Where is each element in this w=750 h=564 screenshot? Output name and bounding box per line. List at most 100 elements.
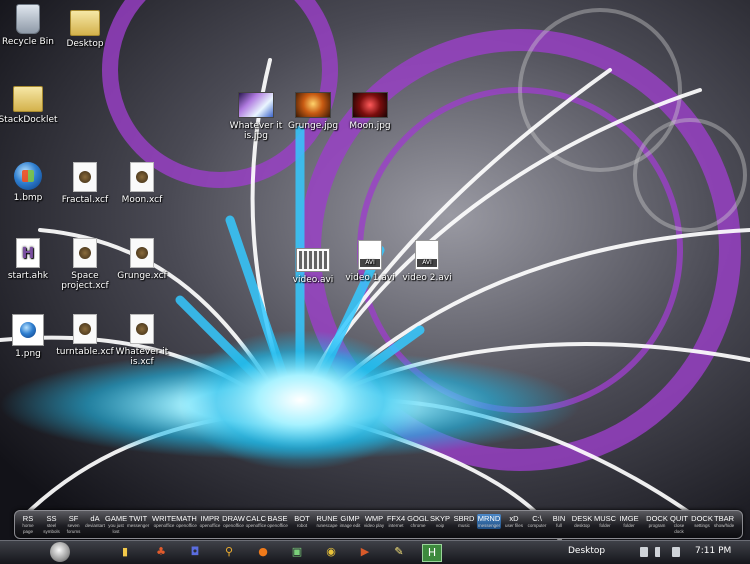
dock-item-rs-0[interactable]: RS home page bbox=[17, 514, 39, 535]
desktop-icon-whatever-it-is-jpg[interactable]: Whatever it is.jpg bbox=[224, 84, 288, 141]
dock-item-bin-23[interactable]: BIN full bbox=[549, 514, 569, 529]
dock-item-gimp-14[interactable]: GIMP image edit bbox=[339, 514, 361, 529]
dock-item-musc-25[interactable]: MUSC folder bbox=[594, 514, 616, 529]
taskbar: ▮ ♣ ◘ ⚲ ● ▣ ◉ ▶ ✎ H Desktop 7:11 PM bbox=[0, 540, 750, 564]
desktop-icon-label: 1.png bbox=[15, 349, 41, 359]
desktop-icon-video-avi[interactable]: video.avi bbox=[281, 240, 345, 285]
notes-icon[interactable]: ✎ bbox=[390, 544, 408, 560]
desktop-icon-video-2-avi[interactable]: video 2.avi bbox=[395, 240, 459, 283]
dock-item-ffx4-16[interactable]: FFX4 internet bbox=[385, 514, 407, 529]
dock-item-label: DOCK bbox=[646, 514, 668, 523]
dock-item-calc-10[interactable]: CALC openoffice bbox=[245, 514, 267, 529]
desktop-toolbar-label[interactable]: Desktop bbox=[568, 546, 605, 556]
dock-item-sublabel: image edit bbox=[339, 523, 361, 528]
desktop-icon-fractal-xcf[interactable]: Fractal.xcf bbox=[53, 162, 117, 205]
dock-item-sbrd-19[interactable]: SBRD music bbox=[453, 514, 475, 529]
autohotkey-file-icon: H bbox=[16, 238, 40, 268]
dock-item-rune-13[interactable]: RUNE runescape bbox=[315, 514, 339, 529]
dock-item-game-4[interactable]: GAME you just lost bbox=[105, 514, 127, 535]
desktop-icon-turntable-xcf[interactable]: turntable.xcf bbox=[53, 314, 117, 357]
dock-item-skyp-18[interactable]: SKYP voip bbox=[429, 514, 451, 529]
search-icon[interactable]: ⚲ bbox=[220, 544, 238, 560]
desktop-icon-1-png[interactable]: 1.png bbox=[0, 314, 60, 359]
dock-item-label: TBAR bbox=[713, 514, 734, 523]
desktop-icon-moon-jpg[interactable]: Moon.jpg bbox=[338, 84, 402, 131]
desktop-icon-label: Moon.jpg bbox=[349, 121, 391, 131]
desktop-icon-label: Whatever it is.xcf bbox=[115, 347, 169, 367]
desktop-icon-1-bmp[interactable]: 1.bmp bbox=[0, 162, 60, 203]
dock-item-imge-26[interactable]: IMGE folder bbox=[618, 514, 640, 529]
dock-item-dock-27[interactable]: DOCK program bbox=[646, 514, 668, 529]
dock-item-wmp-15[interactable]: WMP video play bbox=[363, 514, 385, 529]
desktop-icon-recycle-bin[interactable]: Recycle Bin bbox=[0, 4, 60, 47]
dock-item-dock-29[interactable]: DOCK settings bbox=[691, 514, 713, 529]
desktop-icon-desktop[interactable]: Desktop bbox=[53, 4, 117, 49]
chrome-icon[interactable]: ◉ bbox=[322, 544, 340, 560]
dock-item-label: RUNE bbox=[316, 514, 338, 523]
dock-item-desk-24[interactable]: DESK desktop bbox=[571, 514, 593, 529]
dock-item-quit-28[interactable]: QUIT close dock bbox=[669, 514, 689, 535]
dock-item-sublabel: openoffice bbox=[153, 523, 175, 528]
flag-icon[interactable] bbox=[640, 547, 648, 557]
dock-item-label: SKYP bbox=[429, 514, 450, 523]
autohotkey-icon[interactable]: H bbox=[422, 544, 442, 562]
image-thumbnail-icon bbox=[352, 92, 388, 118]
gimp-file-icon bbox=[73, 238, 97, 268]
dock-item-sf-2[interactable]: SF seven forums bbox=[63, 514, 84, 535]
image-file-icon bbox=[12, 314, 44, 346]
desktop-icon-label: Desktop bbox=[66, 39, 104, 49]
gimp-file-icon bbox=[73, 314, 97, 344]
start-button[interactable] bbox=[50, 542, 70, 562]
desktop-icon-label: video 2.avi bbox=[402, 273, 452, 283]
dock-item-sublabel: desktop bbox=[574, 523, 590, 528]
explorer-icon[interactable]: ▮ bbox=[116, 544, 134, 560]
dock-item-tbar-30[interactable]: TBAR show/hide bbox=[713, 514, 735, 529]
desktop-icon-video-1-avi[interactable]: video 1.avi bbox=[338, 240, 402, 283]
dock-item-sublabel: robot bbox=[296, 523, 308, 528]
dock-item-sublabel: full bbox=[556, 523, 562, 528]
desktop-icon-stackdocklet[interactable]: StackDocklet bbox=[0, 80, 60, 125]
dock-item-draw-9[interactable]: DRAW openoffice bbox=[222, 514, 245, 529]
dock-item-label: DOCK bbox=[691, 514, 713, 523]
folder-icon bbox=[70, 10, 100, 36]
dock-item-bot-12[interactable]: BOT robot bbox=[291, 514, 313, 529]
desktop-icon-grunge-xcf[interactable]: Grunge.xcf bbox=[110, 238, 174, 281]
dock-item-gogl-17[interactable]: GOGL chrome bbox=[407, 514, 429, 529]
desktop-icon-moon-xcf[interactable]: Moon.xcf bbox=[110, 162, 174, 205]
dock-item-label: xD bbox=[509, 514, 519, 523]
network-signal-icon[interactable] bbox=[655, 547, 663, 557]
dock-item-mrnd-20[interactable]: MRND messenger bbox=[477, 514, 501, 529]
firefox-icon[interactable]: ● bbox=[254, 544, 272, 560]
image-thumbnail-icon bbox=[295, 92, 331, 118]
dock-item-label: BOT bbox=[294, 514, 310, 523]
desktop-icon-start-ahk[interactable]: H start.ahk bbox=[0, 238, 60, 281]
dock-item-twit-5[interactable]: TWIT messenger bbox=[127, 514, 149, 529]
dock-item-c-22[interactable]: C:\ computer bbox=[527, 514, 547, 529]
desktop-icon-label: turntable.xcf bbox=[56, 347, 114, 357]
image-thumbnail-icon bbox=[238, 92, 274, 118]
desktop-icon-grunge-jpg[interactable]: Grunge.jpg bbox=[281, 84, 345, 131]
dock-item-sublabel: openoffice bbox=[245, 523, 267, 528]
dock-item-da-3[interactable]: dA deviantart bbox=[85, 514, 105, 529]
dock-item-label: DRAW bbox=[222, 514, 245, 523]
dock-item-math-7[interactable]: MATH openoffice bbox=[175, 514, 198, 529]
dock-item-label: BIN bbox=[552, 514, 566, 523]
dock-item-sublabel: openoffice bbox=[176, 523, 197, 528]
monitor-icon[interactable]: ▣ bbox=[288, 544, 306, 560]
media-icon[interactable]: ◘ bbox=[186, 544, 204, 560]
desktop-icon-label: Grunge.xcf bbox=[117, 271, 167, 281]
gimp-file-icon bbox=[73, 162, 97, 192]
dock-item-label: TWIT bbox=[128, 514, 148, 523]
video-file-icon bbox=[358, 240, 382, 270]
dock-item-write-6[interactable]: WRITE openoffice bbox=[152, 514, 176, 529]
dock-item-xd-21[interactable]: xD user files bbox=[504, 514, 524, 529]
dock-item-ss-1[interactable]: SS steel symbols bbox=[41, 514, 62, 535]
desktop-icon-space-project-xcf[interactable]: Space project.xcf bbox=[53, 238, 117, 291]
dock-item-impr-8[interactable]: IMPR openoffice bbox=[199, 514, 221, 529]
battery-icon[interactable] bbox=[672, 547, 680, 557]
system-clock[interactable]: 7:11 PM bbox=[695, 546, 731, 556]
dock-item-base-11[interactable]: BASE openoffice bbox=[266, 514, 289, 529]
media-player-icon[interactable]: ▶ bbox=[356, 544, 374, 560]
desktop-icon-whatever-it-is-xcf[interactable]: Whatever it is.xcf bbox=[110, 314, 174, 367]
gimp-icon[interactable]: ♣ bbox=[152, 544, 170, 560]
